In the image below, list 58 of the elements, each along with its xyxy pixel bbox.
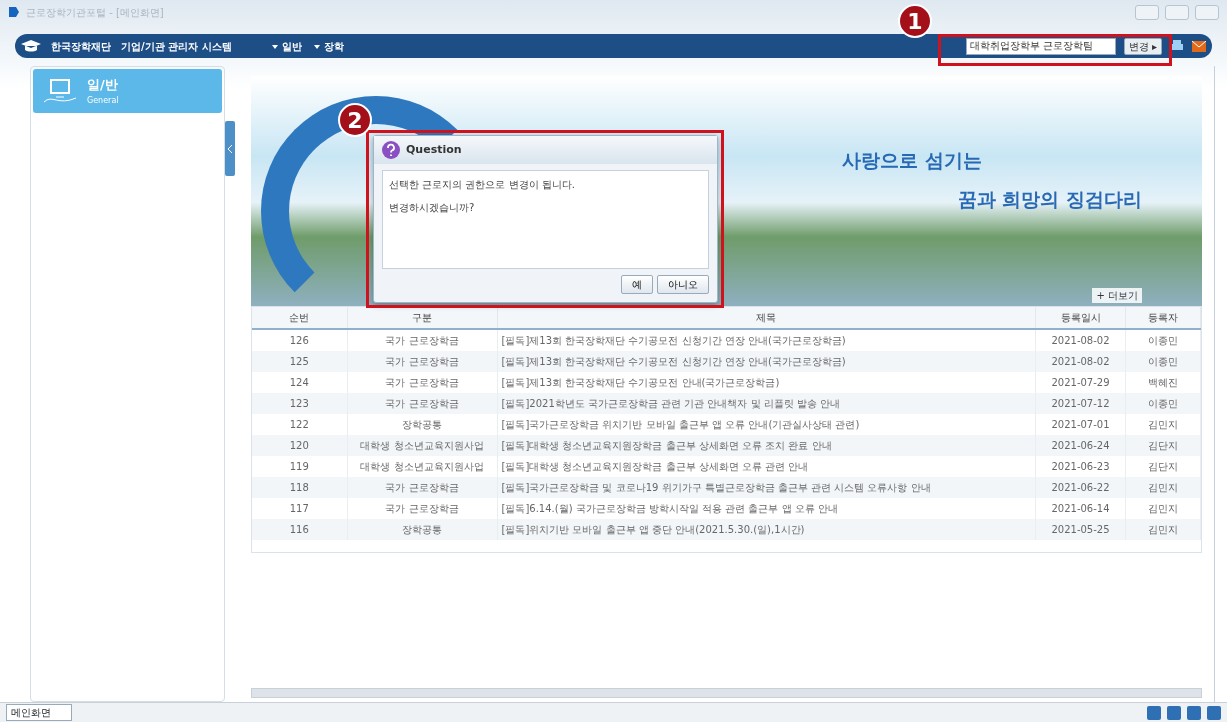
table-cell: 김단지 (1125, 435, 1201, 456)
column-header: 등록일시 (1035, 307, 1126, 329)
sidebar-item-sublabel: General (87, 94, 119, 107)
organization-field[interactable]: 대학취업장학부 근로장학팀 (965, 37, 1116, 55)
table-cell: 이종민 (1125, 393, 1201, 414)
menu-item[interactable]: 일반 (265, 38, 308, 54)
change-button[interactable]: 변경 ▸ (1123, 37, 1162, 55)
table-cell[interactable]: [필독]위치기반 모바일 출근부 앱 중단 안내(2021.5.30.(일),1시간) (497, 519, 1036, 540)
table-cell: 123 (252, 393, 347, 414)
table-cell: 116 (252, 519, 347, 540)
sidebar-item-label: 일/반 (87, 76, 119, 94)
table-cell: 장학공통 (347, 519, 497, 540)
column-header: 제목 (497, 307, 1036, 329)
table-cell[interactable]: [필독]대학생 청소년교육지원장학금 출근부 상세화면 오류 조치 완료 안내 (497, 435, 1036, 456)
table-cell: 120 (252, 435, 347, 456)
table-cell: 대학생 청소년교육지원사업 (347, 435, 497, 456)
more-link[interactable]: + 더보기 (1092, 288, 1142, 303)
dialog-button[interactable]: 아니오 (657, 275, 709, 294)
table-cell: 2021-07-12 (1035, 393, 1126, 414)
table-cell: 2021-08-02 (1035, 351, 1126, 372)
table-cell: 김민지 (1125, 477, 1201, 498)
question-icon (382, 141, 400, 159)
table-cell: 국가 근로장학금 (347, 351, 497, 372)
table-cell: 국가 근로장학금 (347, 477, 497, 498)
table-cell: 김민지 (1125, 519, 1201, 540)
banner-slogan: 사랑으로 섬기는 (842, 148, 982, 173)
printer-icon[interactable] (1170, 39, 1184, 53)
table-cell: 2021-06-24 (1035, 435, 1126, 456)
table-cell: 국가 근로장학금 (347, 393, 497, 414)
envelope-icon[interactable] (1192, 40, 1206, 52)
column-header: 등록자 (1125, 307, 1201, 329)
table-cell: 118 (252, 477, 347, 498)
monitor-icon (43, 77, 77, 104)
table-cell: 2021-05-25 (1035, 519, 1126, 540)
graduation-cap-icon (21, 40, 41, 52)
caret-icon (313, 44, 320, 49)
window-tab[interactable]: 메인화면 (6, 704, 72, 721)
table-cell: 2021-06-22 (1035, 477, 1126, 498)
collapse-handle[interactable] (225, 121, 235, 176)
brand-logo: 한국장학재단 (51, 39, 111, 54)
system-title: 기업/기관 관리자 시스템 (121, 39, 232, 54)
menu-item[interactable]: 장학 (307, 38, 350, 54)
banner-slogan: 꿈과 희망의 징검다리 (957, 186, 1142, 212)
dialog-title: Question (406, 141, 462, 158)
column-header: 구분 (347, 307, 497, 329)
table-cell[interactable]: [필독]2021학년도 국가근로장학금 관련 기관 안내책자 및 리플릿 발송 안내 (497, 393, 1036, 414)
dialog-message: 선택한 근로지의 권한으로 변경이 됩니다. (389, 178, 576, 192)
table-cell: 이종민 (1125, 351, 1201, 372)
dialog-message: 변경하시겠습니까? (389, 201, 476, 215)
horizontal-scrollbar[interactable] (251, 688, 1202, 698)
app-icon (8, 6, 20, 18)
dialog-button[interactable]: 예 (621, 275, 653, 294)
table-cell: 125 (252, 351, 347, 372)
caret-icon (271, 44, 278, 49)
chevron-icon (227, 144, 233, 153)
table-cell[interactable]: [필독]제13회 한국장학재단 수기공모전 신청기간 연장 안내(국가근로장학금) (497, 351, 1036, 372)
table-cell[interactable]: [필독]국가근로장학금 및 코로나19 위기가구 특별근로장학금 출근부 관련 시스템 오류사항 안내 (497, 477, 1036, 498)
column-header: 순번 (252, 307, 347, 329)
